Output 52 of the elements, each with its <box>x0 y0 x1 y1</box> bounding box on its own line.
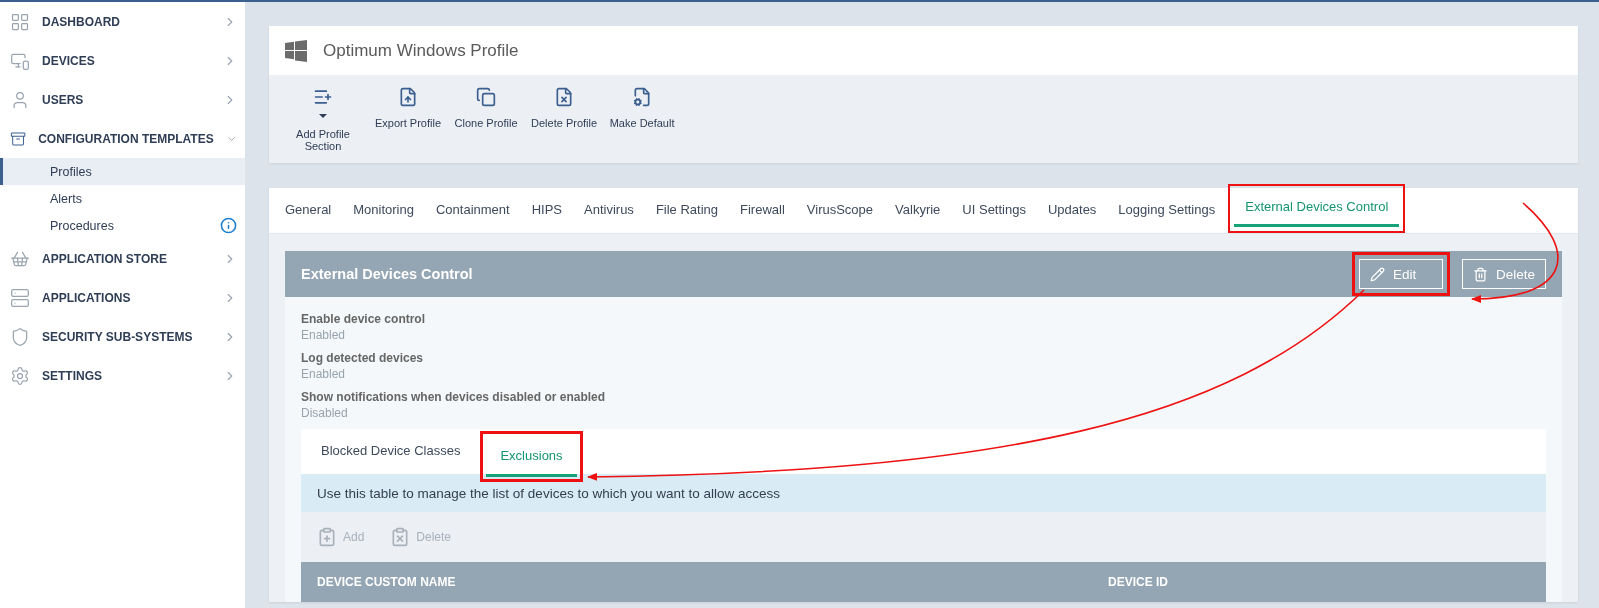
tab[interactable]: Valkyrie <box>884 188 952 233</box>
toolbar-button[interactable]: Clone Profile <box>449 87 524 163</box>
trash-icon <box>1472 266 1488 282</box>
column-header: DEVICE ID <box>1108 575 1169 589</box>
setting-value: Enabled <box>301 366 347 382</box>
tab[interactable]: Logging Settings <box>1107 188 1227 233</box>
sidebar-item[interactable]: APPLICATIONS <box>0 278 245 317</box>
sidebar-item[interactable]: DEVICES <box>0 41 245 80</box>
sidebar-subitem[interactable]: Procedures <box>0 212 245 239</box>
toolbar-button[interactable]: Export Profile <box>371 87 446 163</box>
setting-value: Enabled <box>301 327 347 343</box>
setting-label: Log detected devices <box>301 350 425 366</box>
tab[interactable]: Containment <box>424 188 521 233</box>
tab[interactable]: General <box>274 188 343 233</box>
profile-title: Optimum Windows Profile <box>323 40 519 61</box>
sidebar-item[interactable]: SECURITY SUB-SYSTEMS <box>0 317 245 356</box>
sidebar-item[interactable]: DASHBOARD <box>0 2 245 41</box>
tab[interactable]: Antivirus <box>573 188 645 233</box>
toolbar-button[interactable]: Make Default <box>605 87 680 163</box>
sidebar-item[interactable]: SETTINGS <box>0 356 245 395</box>
nav-icon <box>10 326 30 347</box>
pencil-icon <box>1369 266 1385 282</box>
setting-value: Disabled <box>301 405 349 421</box>
sidebar-subitem[interactable]: Alerts <box>0 185 245 212</box>
tab[interactable]: UI Settings <box>951 188 1037 233</box>
toolbar-button[interactable]: Delete Profile <box>527 87 602 163</box>
tab[interactable]: VirusScope <box>795 188 885 233</box>
caret-icon <box>319 114 327 118</box>
clipboard-x-icon <box>390 527 411 547</box>
nav-icon <box>10 11 30 32</box>
nav-icon <box>10 365 30 386</box>
sidebar-item[interactable]: USERS <box>0 80 245 119</box>
section-title: External Devices Control <box>301 266 474 282</box>
tab[interactable]: Monitoring <box>342 188 425 233</box>
info-banner: Use this table to manage the list of devices to which you want to allow access <box>301 474 1546 512</box>
sidebar-item[interactable]: APPLICATION STORE <box>0 239 245 278</box>
windows-logo-icon <box>285 39 307 62</box>
clipboard-plus-icon <box>317 527 337 547</box>
sidebar-item[interactable]: CONFIGURATION TEMPLATES <box>0 119 245 158</box>
nav-icon <box>10 287 30 308</box>
subtab[interactable]: Blocked Device Classes <box>307 429 475 474</box>
setting-label: Show notifications when devices disabled or enabled <box>301 389 607 405</box>
toolbar-button[interactable]: Add Profile Section <box>279 87 367 163</box>
tab[interactable]: File Rating <box>644 188 729 233</box>
tab[interactable]: Updates <box>1036 188 1108 233</box>
info-icon[interactable] <box>220 217 237 234</box>
setting-label: Enable device control <box>301 311 427 327</box>
sidebar-subitem[interactable]: Profiles <box>0 158 245 185</box>
tab[interactable]: External Devices Control <box>1234 189 1400 227</box>
tab[interactable]: HIPS <box>520 188 573 233</box>
tab[interactable]: Firewall <box>729 188 796 233</box>
column-header: DEVICE CUSTOM NAME <box>317 575 457 589</box>
